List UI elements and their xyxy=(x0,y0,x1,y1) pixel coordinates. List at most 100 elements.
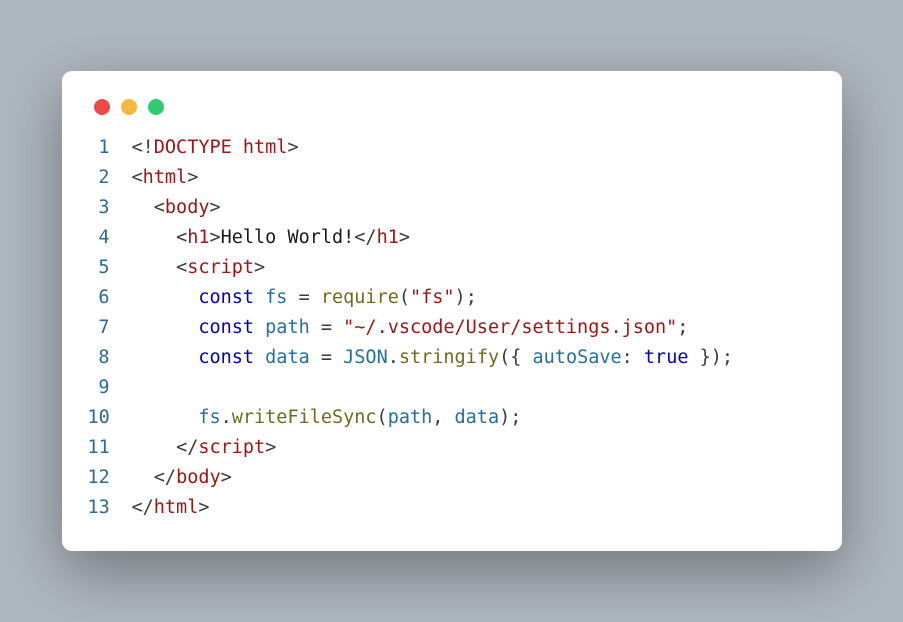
minimize-icon[interactable] xyxy=(121,99,137,115)
code-token xyxy=(310,317,321,338)
code-line: 11 </script> xyxy=(88,433,816,463)
code-content: <body> xyxy=(132,193,816,223)
code-content: const data = JSON.stringify({ autoSave: … xyxy=(132,343,816,373)
code-token xyxy=(254,347,265,368)
code-token: const xyxy=(198,287,254,308)
line-number: 8 xyxy=(88,343,132,373)
line-number: 6 xyxy=(88,283,132,313)
code-token: script xyxy=(187,257,254,278)
code-token xyxy=(332,317,343,338)
code-line: 10 fs.writeFileSync(path, data); xyxy=(88,403,816,433)
code-token: ; xyxy=(722,347,733,368)
code-token: writeFileSync xyxy=(232,407,377,428)
code-token: < xyxy=(154,197,165,218)
line-number: 3 xyxy=(88,193,132,223)
code-line: 8 const data = JSON.stringify({ autoSave… xyxy=(88,343,816,373)
code-token: DOCTYPE xyxy=(154,137,243,158)
code-token: path xyxy=(265,317,310,338)
code-content: </body> xyxy=(132,463,816,493)
code-token: > xyxy=(209,197,220,218)
code-token: data xyxy=(265,347,310,368)
code-token xyxy=(633,347,644,368)
code-token: > xyxy=(198,497,209,518)
code-token: ; xyxy=(510,407,521,428)
code-token xyxy=(310,287,321,308)
code-token xyxy=(132,197,154,218)
code-token: h1 xyxy=(187,227,209,248)
code-token: </ xyxy=(132,497,154,518)
code-token: } xyxy=(688,347,710,368)
code-content: const path = "~/.vscode/User/settings.js… xyxy=(132,313,816,343)
code-line: 7 const path = "~/.vscode/User/settings.… xyxy=(88,313,816,343)
code-token: body xyxy=(176,467,221,488)
code-window: 1<!DOCTYPE html>2<html>3 <body>4 <h1>Hel… xyxy=(62,71,842,551)
code-token: Hello World! xyxy=(221,227,355,248)
line-number: 9 xyxy=(88,373,132,403)
code-token: const xyxy=(198,347,254,368)
code-token xyxy=(132,227,177,248)
code-token: > xyxy=(265,437,276,458)
line-number: 10 xyxy=(88,403,132,433)
line-number: 13 xyxy=(88,493,132,523)
code-token: . xyxy=(388,347,399,368)
code-token: stringify xyxy=(399,347,499,368)
code-token: ( xyxy=(499,347,510,368)
code-content: <!DOCTYPE html> xyxy=(132,133,816,163)
code-content: <html> xyxy=(132,163,816,193)
code-token: script xyxy=(198,437,265,458)
code-token xyxy=(310,347,321,368)
code-token: > xyxy=(187,167,198,188)
code-token xyxy=(132,437,177,458)
code-token: </ xyxy=(154,467,176,488)
code-token: true xyxy=(644,347,689,368)
code-line: 6 const fs = require("fs"); xyxy=(88,283,816,313)
code-token: "fs" xyxy=(410,287,455,308)
code-token: </ xyxy=(354,227,376,248)
line-number: 4 xyxy=(88,223,132,253)
code-line: 3 <body> xyxy=(88,193,816,223)
close-icon[interactable] xyxy=(94,99,110,115)
code-token: html xyxy=(243,137,288,158)
line-number: 12 xyxy=(88,463,132,493)
code-token: require xyxy=(321,287,399,308)
code-token: : xyxy=(622,347,633,368)
code-token: path xyxy=(388,407,433,428)
code-token: html xyxy=(143,167,188,188)
code-editor[interactable]: 1<!DOCTYPE html>2<html>3 <body>4 <h1>Hel… xyxy=(88,133,816,523)
code-token: ( xyxy=(399,287,410,308)
code-token xyxy=(443,407,454,428)
code-token xyxy=(132,317,199,338)
code-line: 13</html> xyxy=(88,493,816,523)
code-token xyxy=(254,317,265,338)
code-token: > xyxy=(287,137,298,158)
code-token: , xyxy=(432,407,443,428)
code-token: ( xyxy=(377,407,388,428)
code-token: { xyxy=(510,347,532,368)
code-token: h1 xyxy=(377,227,399,248)
code-token: ; xyxy=(466,287,477,308)
code-token: ) xyxy=(455,287,466,308)
code-token: > xyxy=(399,227,410,248)
code-token: </ xyxy=(176,437,198,458)
code-token: ; xyxy=(677,317,688,338)
code-token: JSON xyxy=(343,347,388,368)
code-token: = xyxy=(321,317,332,338)
code-content: const fs = require("fs"); xyxy=(132,283,816,313)
code-content: </script> xyxy=(132,433,816,463)
code-token: = xyxy=(299,287,310,308)
line-number: 7 xyxy=(88,313,132,343)
code-content: <h1>Hello World!</h1> xyxy=(132,223,816,253)
code-token xyxy=(132,257,177,278)
code-token: const xyxy=(198,317,254,338)
line-number: 11 xyxy=(88,433,132,463)
code-content: </html> xyxy=(132,493,816,523)
code-token: < xyxy=(132,167,143,188)
code-content: fs.writeFileSync(path, data); xyxy=(132,403,816,433)
line-number: 5 xyxy=(88,253,132,283)
code-line: 4 <h1>Hello World!</h1> xyxy=(88,223,816,253)
code-token: autoSave xyxy=(533,347,622,368)
code-token: . xyxy=(221,407,232,428)
code-token: fs xyxy=(265,287,287,308)
code-token: = xyxy=(321,347,332,368)
maximize-icon[interactable] xyxy=(148,99,164,115)
